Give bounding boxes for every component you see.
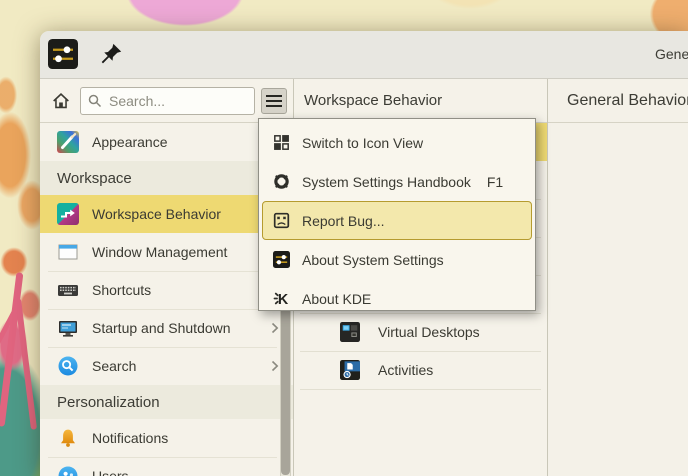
sidebar-item-label: Workspace Behavior <box>92 206 221 222</box>
sidebar-item-label: Users <box>92 468 129 476</box>
sidebar-item-label: Appearance <box>92 134 168 150</box>
window-title: General Behavior — System Settings <box>655 31 688 78</box>
svg-text:K: K <box>277 292 288 307</box>
content-pane: General Behavior <box>548 79 688 476</box>
sidebar-item-users[interactable]: Users <box>40 457 293 476</box>
shortcuts-icon <box>57 279 79 301</box>
menu-item-about-kde[interactable]: K About KDE <box>262 279 532 318</box>
sidebar-section-workspace: Workspace <box>40 161 293 195</box>
users-icon <box>57 465 79 476</box>
middle-list-end <box>294 389 547 427</box>
menu-item-report-bug[interactable]: Report Bug... <box>262 201 532 240</box>
sidebar-item-search[interactable]: Search <box>40 347 293 385</box>
chevron-right-icon <box>271 322 279 334</box>
wallpaper-tree-trunk <box>15 298 37 430</box>
system-settings-window: General Behavior — System Settings <box>40 31 688 476</box>
report-bug-icon <box>272 212 290 230</box>
sidebar-item-workspace-behavior[interactable]: Workspace Behavior <box>40 195 293 233</box>
desktop: General Behavior — System Settings <box>0 0 688 476</box>
virtual-desktops-icon <box>340 322 360 342</box>
sidebar-nav: Appearance Workspace <box>40 123 293 476</box>
pin-icon[interactable] <box>98 41 124 67</box>
icon-view-icon <box>272 134 290 152</box>
wallpaper-tree-trunk <box>0 272 23 427</box>
sidebar: Appearance Workspace <box>40 79 294 476</box>
sidebar-item-notifications[interactable]: Notifications <box>40 419 293 457</box>
menu-shortcut: F1 <box>487 174 503 190</box>
startup-shutdown-icon <box>57 317 79 339</box>
search-input[interactable] <box>80 87 255 115</box>
content-header: General Behavior <box>548 79 688 123</box>
middle-item-activities[interactable]: Activities <box>294 351 547 389</box>
menu-item-about-system-settings[interactable]: About System Settings <box>262 240 532 279</box>
search-category-icon <box>57 355 79 377</box>
appearance-icon <box>57 131 79 153</box>
sidebar-item-label: Startup and Shutdown <box>92 320 231 336</box>
workspace-behavior-icon <box>57 203 79 225</box>
menu-item-handbook[interactable]: System Settings Handbook F1 <box>262 162 532 201</box>
chevron-right-icon <box>271 360 279 372</box>
notifications-icon <box>57 427 79 449</box>
sidebar-item-shortcuts[interactable]: Shortcuts <box>40 271 293 309</box>
hamburger-menu-icon <box>265 94 283 108</box>
activities-icon <box>340 360 360 380</box>
titlebar[interactable]: General Behavior — System Settings <box>40 31 688 79</box>
about-kde-icon: K <box>272 290 290 308</box>
middle-item-virtual-desktops[interactable]: Virtual Desktops <box>294 313 547 351</box>
home-icon <box>50 90 72 112</box>
sidebar-section-personalization: Personalization <box>40 385 293 419</box>
category-list-header: Workspace Behavior <box>294 79 547 123</box>
sidebar-item-window-management[interactable]: Window Management <box>40 233 293 271</box>
system-settings-app-icon[interactable] <box>48 39 78 69</box>
home-button[interactable] <box>48 88 74 114</box>
sidebar-item-label: Notifications <box>92 430 168 446</box>
window-management-icon <box>57 241 79 263</box>
sidebar-item-label: Shortcuts <box>92 282 151 298</box>
sidebar-item-appearance[interactable]: Appearance <box>40 123 293 161</box>
hamburger-menu-button[interactable] <box>261 88 287 114</box>
handbook-icon <box>272 173 290 191</box>
app-menu: Switch to Icon View System Settings Ha <box>258 118 536 311</box>
menu-item-switch-to-icon-view[interactable]: Switch to Icon View <box>262 123 532 162</box>
sidebar-toolbar <box>40 79 293 123</box>
sidebar-item-label: Search <box>92 358 136 374</box>
about-system-settings-icon <box>272 251 290 269</box>
sidebar-item-label: Window Management <box>92 244 227 260</box>
sidebar-item-startup-and-shutdown[interactable]: Startup and Shutdown <box>40 309 293 347</box>
